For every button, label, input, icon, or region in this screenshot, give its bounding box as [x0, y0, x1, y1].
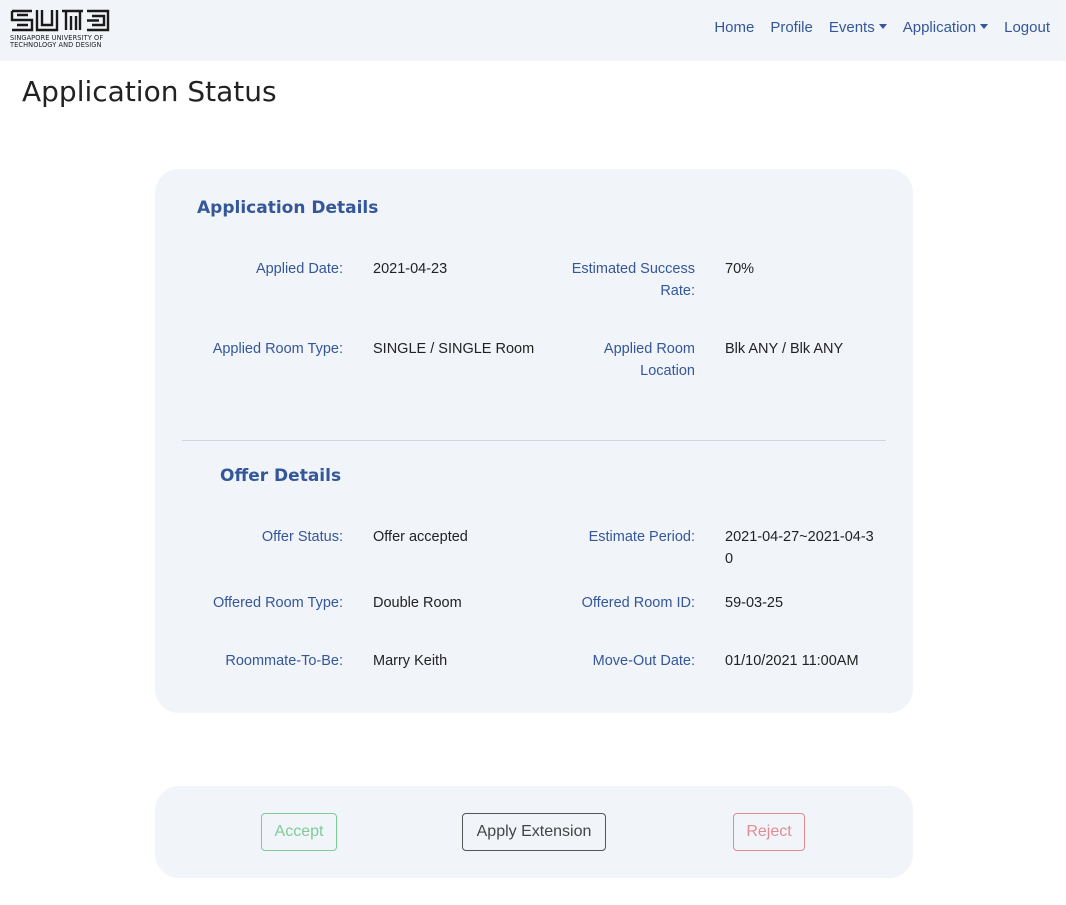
offered-room-id-label: Offered Room ID:: [581, 595, 695, 611]
nav-links: Home Profile Events Application Logout: [714, 19, 1050, 36]
top-navbar: SINGAPORE UNIVERSITY OF TECHNOLOGY AND D…: [0, 0, 1066, 61]
apply-extension-button[interactable]: Apply Extension: [462, 813, 606, 851]
reject-button[interactable]: Reject: [733, 813, 805, 851]
chevron-down-icon: [878, 24, 887, 29]
offer-details-title: Offer Details: [220, 466, 342, 486]
offered-room-id-value: 59-03-25: [725, 595, 784, 611]
move-out-date-label: Move-Out Date:: [592, 653, 695, 669]
roommate-label: Roommate-To-Be:: [225, 653, 343, 669]
success-rate-value: 70%: [725, 261, 755, 277]
offer-status-label: Offer Status:: [261, 529, 343, 545]
nav-events-dropdown[interactable]: Events: [829, 19, 887, 36]
offered-room-type-label: Offered Room Type:: [212, 595, 343, 611]
applied-date-value: 2021-04-23: [373, 261, 448, 277]
offered-room-type-value: Double Room: [373, 595, 462, 611]
applied-date-label: Applied Date:: [255, 261, 343, 277]
nav-logout-link[interactable]: Logout: [1004, 19, 1050, 36]
logo-text: SINGAPORE UNIVERSITY OF TECHNOLOGY AND D…: [10, 35, 111, 49]
nav-home-link[interactable]: Home: [714, 19, 754, 36]
sutd-logo-mark-icon: [10, 9, 110, 32]
move-out-date-value: 01/10/2021 11:00AM: [725, 653, 859, 669]
success-rate-label: Estimated Success Rate:: [571, 261, 695, 299]
applied-room-location-value: Blk ANY / Blk ANY: [725, 341, 844, 357]
roommate-value: Marry Keith: [373, 653, 448, 669]
application-details-title: Application Details: [197, 198, 379, 218]
nav-events-label: Events: [828, 19, 875, 36]
application-details-card: Application Details Applied Date: 2021-0…: [155, 169, 913, 713]
applied-room-type-label: Applied Room Type:: [212, 341, 343, 357]
accept-button[interactable]: Accept: [261, 813, 337, 851]
section-divider: [182, 440, 886, 441]
estimate-period-value: 2021-04-27~2021-04-30: [725, 529, 874, 567]
nav-application-label: Application: [902, 19, 977, 36]
nav-profile-link[interactable]: Profile: [770, 19, 813, 36]
applied-room-type-value: SINGLE / SINGLE Room: [373, 341, 535, 357]
sutd-logo[interactable]: SINGAPORE UNIVERSITY OF TECHNOLOGY AND D…: [10, 8, 111, 50]
nav-application-dropdown[interactable]: Application: [902, 19, 989, 36]
estimate-period-label: Estimate Period:: [588, 529, 695, 545]
chevron-down-icon: [980, 24, 989, 29]
logo-text-line-2: TECHNOLOGY AND DESIGN: [10, 41, 102, 49]
offer-actions-card: Accept Apply Extension Reject: [155, 786, 913, 878]
offer-status-value: Offer accepted: [373, 529, 468, 545]
applied-room-location-label: Applied Room Location: [603, 341, 695, 379]
page-title: Application Status: [22, 75, 277, 108]
